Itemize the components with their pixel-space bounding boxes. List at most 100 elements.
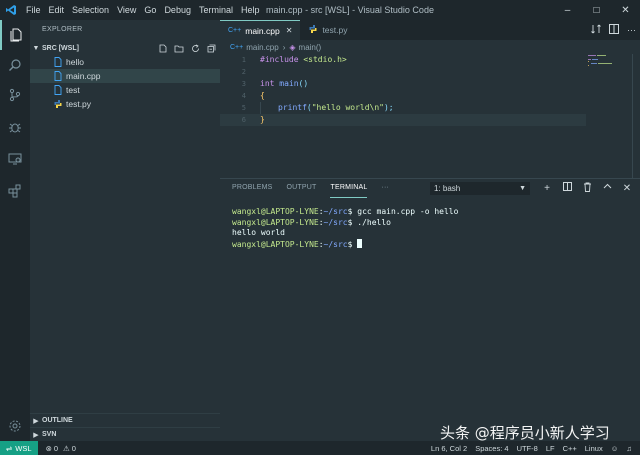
prompt-user: wangxl@LAPTOP-LYNE	[232, 217, 319, 227]
terminal-line: wangxl@LAPTOP-LYNE:~/src$ ./hello	[232, 218, 632, 229]
files-icon[interactable]	[0, 20, 30, 50]
prompt-path: ~/src	[323, 217, 348, 227]
encoding[interactable]: UTF-8	[517, 444, 538, 453]
error-icon: ⊗	[45, 443, 52, 453]
close-panel-icon[interactable]: ✕	[622, 183, 632, 194]
code-token: {	[260, 91, 265, 100]
menu-debug[interactable]: Debug	[160, 0, 195, 20]
prompt-user: wangxl@LAPTOP-LYNE	[232, 207, 319, 216]
menu-bar: File Edit Selection View Go Debug Termin…	[22, 0, 264, 20]
code-editor[interactable]: 1 #include <stdio.h> 2 3 int main() 4{ 5 pr…	[220, 54, 640, 178]
end-of-line[interactable]: LF	[546, 444, 555, 453]
smiley-icon[interactable]: ☺	[611, 444, 619, 453]
terminal-output[interactable]: wangxl@LAPTOP-LYNE:~/src$ gcc main.cpp -…	[232, 207, 632, 249]
maximize-icon[interactable]: □	[582, 0, 611, 20]
chevron-up-icon[interactable]	[602, 182, 612, 194]
more-tabs-icon[interactable]: ···	[381, 179, 389, 197]
compare-icon[interactable]	[591, 24, 601, 36]
watermark: 头条 @程序员小新人学习	[440, 424, 610, 442]
prompt-path: ~/src	[323, 207, 348, 216]
line-number: 5	[241, 104, 246, 112]
tab-terminal[interactable]: TERMINAL	[330, 179, 368, 198]
menu-file[interactable]: File	[22, 0, 45, 20]
prompt-path: ~/src	[323, 239, 348, 249]
chevron-down-icon: ▼	[32, 44, 40, 52]
file-icon	[52, 84, 64, 96]
method-icon: ◈	[289, 42, 296, 52]
more-actions-icon[interactable]: ···	[627, 25, 636, 35]
settings-gear-icon[interactable]	[0, 411, 30, 441]
line-number: 3	[241, 80, 246, 88]
collapse-all-icon[interactable]	[206, 43, 216, 53]
editor-tabs: C++ main.cpp ✕ test.py ···	[220, 20, 640, 40]
tab-output[interactable]: OUTPUT	[287, 179, 317, 197]
menu-edit[interactable]: Edit	[45, 0, 69, 20]
code-token: <stdio.h>	[303, 55, 347, 64]
bottom-panel: PROBLEMS OUTPUT TERMINAL ··· 1: bash ▼ +…	[220, 178, 640, 441]
menu-terminal[interactable]: Terminal	[195, 0, 237, 20]
file-item-test-py[interactable]: test.py	[30, 97, 220, 111]
menu-selection[interactable]: Selection	[68, 0, 113, 20]
code-token: ()	[298, 79, 309, 88]
tab-test-py[interactable]: test.py	[300, 20, 355, 40]
line-number: 4	[241, 92, 246, 100]
line-number: 1	[241, 56, 246, 64]
activity-bar	[0, 20, 30, 441]
new-file-icon[interactable]	[158, 43, 168, 53]
os-indicator[interactable]: Linux	[585, 444, 603, 453]
add-terminal-icon[interactable]: +	[542, 183, 552, 194]
line-number: 6	[241, 116, 246, 124]
menu-help[interactable]: Help	[237, 0, 264, 20]
terminal-line: wangxl@LAPTOP-LYNE:~/src$ gcc main.cpp -…	[232, 207, 632, 218]
refresh-icon[interactable]	[190, 43, 200, 53]
minimize-icon[interactable]: –	[553, 0, 582, 20]
cursor-position[interactable]: Ln 6, Col 2	[431, 444, 467, 453]
problems-indicator[interactable]: ⊗ 0 ⚠ 0	[46, 444, 76, 453]
outline-section[interactable]: ▶ OUTLINE	[30, 413, 220, 427]
file-item-test[interactable]: test	[30, 83, 220, 97]
trash-icon[interactable]	[582, 182, 592, 195]
code-line: 3 int main()	[220, 78, 586, 90]
code-line-current: 6}	[220, 114, 586, 126]
editor-scrollbar[interactable]	[632, 54, 640, 178]
warning-count: 0	[71, 443, 76, 453]
minimap[interactable]	[586, 54, 630, 178]
cpp-icon: C++	[228, 27, 242, 34]
code-token: "hello world\n"	[311, 103, 384, 112]
remote-explorer-icon[interactable]	[0, 144, 30, 174]
close-icon[interactable]: ✕	[286, 26, 293, 35]
bell-icon[interactable]: ♫	[626, 444, 632, 453]
prompt-user: wangxl@LAPTOP-LYNE	[232, 239, 319, 249]
chevron-down-icon: ▼	[519, 185, 526, 192]
file-item-hello[interactable]: hello	[30, 55, 220, 69]
file-item-main-cpp[interactable]: main.cpp	[30, 69, 220, 83]
extensions-icon[interactable]	[0, 176, 30, 206]
menu-view[interactable]: View	[113, 0, 140, 20]
breadcrumb-file[interactable]: main.cpp	[246, 43, 278, 52]
source-control-icon[interactable]	[0, 80, 30, 110]
search-icon[interactable]	[0, 50, 30, 80]
split-editor-icon[interactable]	[609, 24, 619, 36]
menu-go[interactable]: Go	[140, 0, 160, 20]
language-mode[interactable]: C++	[563, 444, 577, 453]
debug-icon[interactable]	[0, 112, 30, 142]
line-number: 2	[241, 68, 246, 76]
file-name: test	[66, 85, 80, 95]
close-icon[interactable]: ✕	[611, 0, 640, 20]
breadcrumb-symbol[interactable]: main()	[299, 43, 322, 52]
prompt-command: $	[347, 239, 358, 249]
indentation[interactable]: Spaces: 4	[475, 444, 508, 453]
folder-header[interactable]: ▼ SRC [WSL]	[30, 41, 220, 55]
tab-label: test.py	[322, 25, 348, 35]
split-terminal-icon[interactable]	[562, 182, 572, 194]
svn-section[interactable]: ▶ SVN	[30, 427, 220, 441]
remote-indicator[interactable]: ⇌ WSL	[0, 441, 38, 455]
file-name: test.py	[66, 99, 92, 109]
tab-problems[interactable]: PROBLEMS	[232, 179, 273, 197]
prompt-command: $ ./hello	[347, 217, 391, 227]
terminal-select[interactable]: 1: bash ▼	[430, 182, 530, 195]
sidebar-title: EXPLORER	[42, 26, 83, 33]
new-folder-icon[interactable]	[174, 43, 184, 53]
chevron-right-icon: ›	[282, 42, 286, 52]
tab-main-cpp[interactable]: C++ main.cpp ✕	[220, 20, 301, 40]
